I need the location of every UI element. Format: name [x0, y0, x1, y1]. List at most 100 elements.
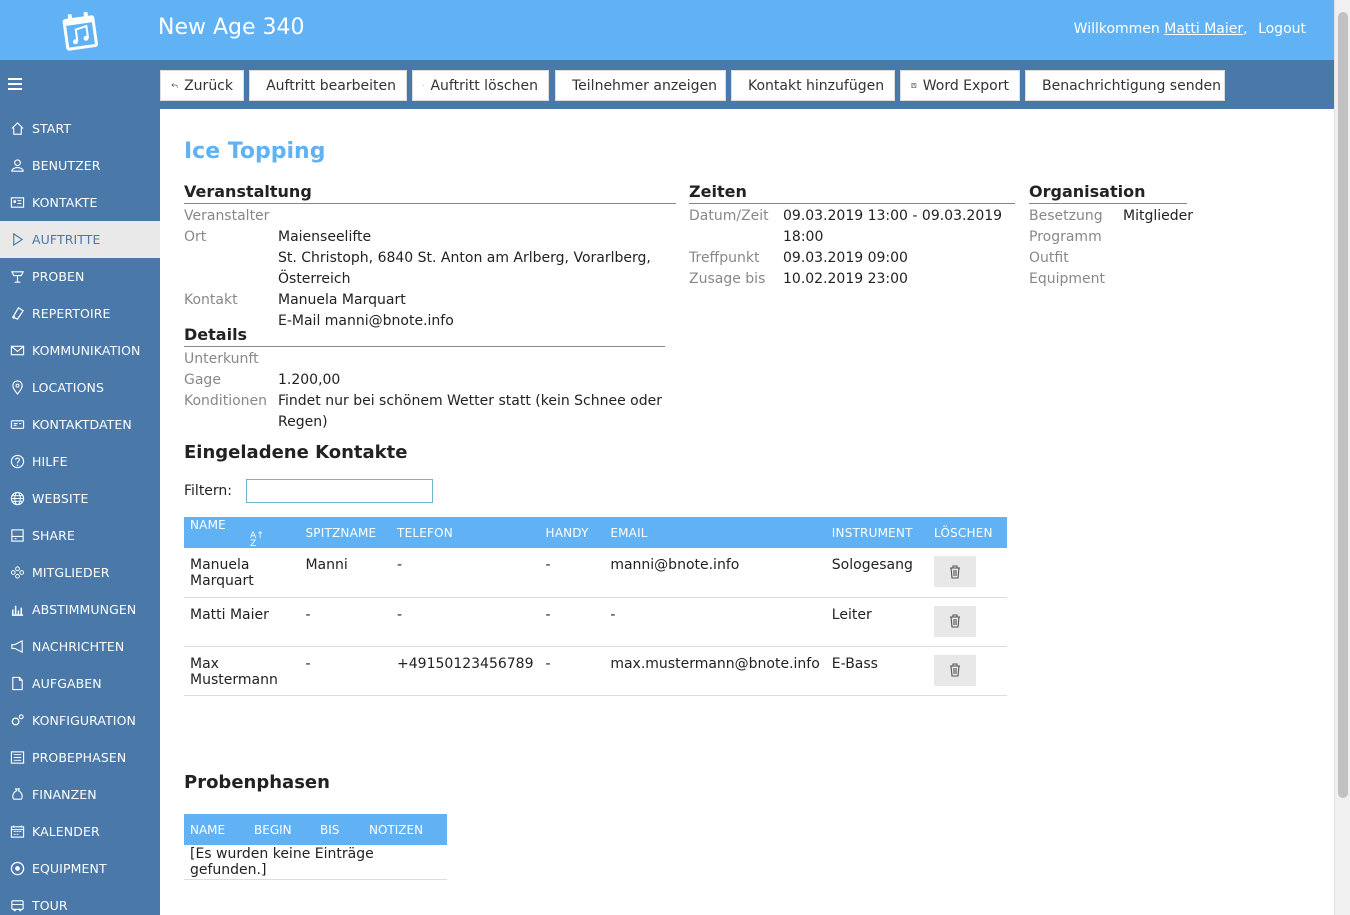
column-header-name[interactable]: NAME	[184, 814, 248, 845]
section-details: Details Unterkunft Gage 1.200,00 Konditione…	[184, 325, 665, 433]
sidebar-item-share[interactable]: SHARE	[0, 517, 160, 554]
column-header-name[interactable]: NAME A↑ Z	[184, 517, 300, 548]
add-contact-button[interactable]: Kontakt hinzufügen	[731, 70, 895, 101]
sidebar-item-aufgaben[interactable]: AUFGABEN	[0, 665, 160, 702]
calendar-music-logo-icon[interactable]	[58, 8, 102, 54]
info-value: 1.200,00	[278, 372, 341, 388]
column-header-spitzname[interactable]: SPITZNAME	[299, 517, 392, 548]
sidebar-item-hilfe[interactable]: HILFE	[0, 443, 160, 480]
column-header-handy[interactable]: HANDY	[539, 517, 605, 548]
delete-contact-button[interactable]	[934, 654, 977, 686]
add-contact-label: Kontakt hinzufügen	[748, 77, 885, 94]
sidebar-item-kontaktdaten[interactable]: KONTAKTDATEN	[0, 406, 160, 443]
edit-event-button[interactable]: Auftritt bearbeiten	[249, 70, 407, 101]
back-button[interactable]: Zurück	[160, 70, 244, 101]
sidebar-item-proben[interactable]: PROBEN	[0, 258, 160, 295]
map-pin-icon	[8, 380, 26, 396]
sidebar-item-label: REPERTOIRE	[32, 306, 111, 321]
sidebar-item-finanzen[interactable]: FINANZEN	[0, 776, 160, 813]
send-notification-button[interactable]: Benachrichtigung senden	[1025, 70, 1225, 101]
music-stand-icon	[8, 269, 26, 285]
delete-contact-button[interactable]	[934, 605, 977, 637]
sidebar-item-start[interactable]: START	[0, 110, 160, 147]
sidebar-item-kalender[interactable]: KALENDER	[0, 813, 160, 850]
section-title-zeiten: Zeiten	[689, 182, 1015, 204]
table-cell: -	[539, 597, 605, 647]
sheet-music-icon	[8, 306, 26, 322]
trash-icon	[950, 614, 961, 628]
sidebar-item-label: AUFTRITTE	[32, 232, 101, 247]
info-value: St. Christoph, 6840 St. Anton am Arlberg…	[278, 250, 651, 287]
table-row: [Es wurden keine Einträge gefunden.]	[184, 845, 447, 880]
gears-icon	[8, 713, 26, 729]
filter-label: Filtern:	[184, 483, 233, 499]
column-header-löschen[interactable]: LÖSCHEN	[928, 517, 1007, 548]
show-participants-button[interactable]: Teilnehmer anzeigen	[555, 70, 726, 101]
info-row: Equipment	[1029, 269, 1187, 290]
info-value: Mitglieder	[1123, 208, 1193, 224]
sidebar-item-nachrichten[interactable]: NACHRICHTEN	[0, 628, 160, 665]
filter-input[interactable]	[246, 479, 434, 503]
word-export-button[interactable]: Word Export	[900, 70, 1020, 101]
sidebar-item-locations[interactable]: LOCATIONS	[0, 369, 160, 406]
info-label	[184, 248, 278, 290]
user-icon	[8, 158, 26, 174]
table-cell: manni@bnote.info	[604, 548, 826, 598]
help-icon	[8, 454, 26, 470]
column-header-notizen[interactable]: NOTIZEN	[363, 814, 447, 845]
sidebar-item-kontakte[interactable]: KONTAKTE	[0, 184, 160, 221]
sidebar-item-kommunikation[interactable]: KOMMUNIKATION	[0, 332, 160, 369]
trash-icon	[950, 564, 961, 579]
sidebar-item-benutzer[interactable]: BENUTZER	[0, 147, 160, 184]
info-label: Konditionen	[184, 393, 268, 409]
delete-contact-button[interactable]	[934, 556, 977, 587]
column-header-bis[interactable]: BIS	[314, 814, 363, 845]
info-row: Ort Maienseelifte	[184, 227, 676, 248]
table-cell: -	[299, 597, 392, 647]
column-header-label: EMAIL	[610, 525, 648, 540]
sidebar-item-repertoire[interactable]: REPERTOIRE	[0, 295, 160, 332]
home-icon	[8, 121, 26, 137]
sort-az-icon[interactable]: A↑ Z	[250, 531, 264, 548]
hamburger-menu-icon[interactable]	[8, 78, 22, 90]
contacts-table: NAME A↑ Z SPITZNAME TELEFON HANDY EMAIL INSTRUM…	[184, 517, 1007, 696]
envelope-icon	[8, 343, 26, 359]
sidebar-item-konfiguration[interactable]: KONFIGURATION	[0, 702, 160, 739]
table-cell: max.mustermann@bnote.info	[604, 646, 826, 696]
sidebar-item-label: HILFE	[32, 454, 68, 469]
speaker-icon	[8, 861, 26, 877]
sidebar-item-website[interactable]: WEBSITE	[0, 480, 160, 517]
vertical-scrollbar[interactable]	[1334, 0, 1350, 915]
table-cell: +49150123456789	[391, 646, 540, 696]
bus-icon	[8, 898, 26, 914]
sidebar-item-label: BENUTZER	[32, 158, 101, 173]
column-header-telefon[interactable]: TELEFON	[391, 517, 540, 548]
column-header-instrument[interactable]: INSTRUMENT	[825, 517, 929, 548]
column-header-email[interactable]: EMAIL	[604, 517, 826, 548]
table-row[interactable]: Matti Maier - - - - Leiter	[184, 597, 1007, 647]
sidebar-item-mitglieder[interactable]: MITGLIEDER	[0, 554, 160, 591]
delete-event-label: Auftritt löschen	[430, 77, 538, 94]
scrollbar-thumb[interactable]	[1338, 12, 1348, 798]
sidebar-item-auftritte[interactable]: AUFTRITTE	[0, 221, 160, 258]
user-profile-link[interactable]: Matti Maier	[1164, 21, 1243, 37]
table-cell: Leiter	[825, 597, 929, 647]
table-row[interactable]: Max Mustermann - +49150123456789- max.muste…	[184, 646, 1007, 696]
delete-event-button[interactable]: Auftritt löschen	[412, 70, 549, 101]
sidebar-item-tour[interactable]: TOUR	[0, 887, 160, 915]
info-row: Zusage bis 10.02.2019 23:00	[689, 269, 1015, 290]
table-row[interactable]: Manuela Marquart Manni - - manni@bnote.info S…	[184, 548, 1007, 598]
section-title-veranstaltung: Veranstaltung	[184, 182, 676, 204]
address-card-icon	[8, 195, 26, 211]
info-label: Outfit	[1029, 250, 1069, 266]
column-header-label: SPITZNAME	[305, 525, 377, 540]
sidebar-item-label: ABSTIMMUNGEN	[32, 602, 137, 617]
group-icon	[8, 565, 26, 581]
sidebar-item-equipment[interactable]: EQUIPMENT	[0, 850, 160, 887]
sidebar-item-abstimmungen[interactable]: ABSTIMMUNGEN	[0, 591, 160, 628]
sidebar-item-probephasen[interactable]: PROBEPHASEN	[0, 739, 160, 776]
column-header-begin[interactable]: BEGIN	[248, 814, 314, 845]
info-label: Gage	[184, 372, 221, 388]
sidebar-item-label: EQUIPMENT	[32, 861, 107, 876]
logout-link[interactable]: Logout	[1258, 21, 1306, 37]
